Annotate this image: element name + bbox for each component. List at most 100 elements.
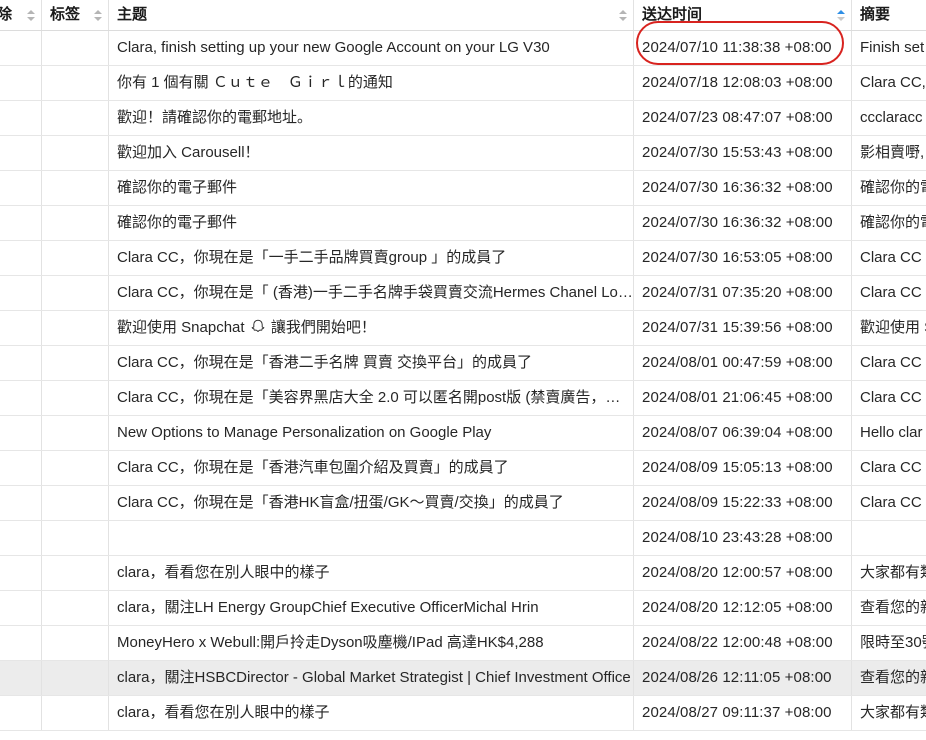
column-header-sent-time[interactable]: 送达时间 <box>634 0 852 30</box>
delete-cell[interactable] <box>0 311 42 345</box>
sent-time-cell: 2024/07/31 15:39:56 +08:00 <box>634 311 852 345</box>
table-row[interactable]: 歡迎使用 Snapchat 讓我們開始吧！ 2024/07/31 15:39:56… <box>0 311 926 346</box>
table-row[interactable]: Clara CC，你現在是「美容界黑店大全 2.0 可以匿名開post版 (禁賣… <box>0 381 926 416</box>
sent-time-cell: 2024/07/31 07:35:20 +08:00 <box>634 276 852 310</box>
table-row[interactable]: Clara CC，你現在是「 (香港)一手二手名牌手袋買賣交流Hermes Ch… <box>0 276 926 311</box>
sort-ascending-icon[interactable] <box>837 10 845 22</box>
delete-cell[interactable] <box>0 591 42 625</box>
table-row[interactable]: New Options to Manage Personalization on… <box>0 416 926 451</box>
tags-cell[interactable] <box>42 486 109 520</box>
subject-cell: Clara CC，你現在是「美容界黑店大全 2.0 可以匿名開post版 (禁賣… <box>109 381 634 415</box>
delete-cell[interactable] <box>0 661 42 695</box>
tags-cell[interactable] <box>42 626 109 660</box>
summary-cell: Clara CC - <box>860 284 926 301</box>
table-row[interactable]: Clara CC，你現在是「香港二手名牌 買賣 交換平台」的成員了 2024/08… <box>0 346 926 381</box>
sent-time-cell: 2024/07/30 16:53:05 +08:00 <box>634 241 852 275</box>
delete-cell[interactable] <box>0 206 42 240</box>
delete-cell[interactable] <box>0 66 42 100</box>
tags-cell[interactable] <box>42 101 109 135</box>
delete-cell[interactable] <box>0 101 42 135</box>
table-row[interactable]: 2024/08/10 23:43:28 +08:00 <box>0 521 926 556</box>
summary-cell: Hello clar <box>860 424 923 441</box>
sort-icon[interactable] <box>94 10 102 22</box>
table-row[interactable]: Clara CC，你現在是「香港汽車包圍介紹及買賣」的成員了 2024/08/09… <box>0 451 926 486</box>
tags-cell[interactable] <box>42 311 109 345</box>
subject-cell: Clara CC，你現在是「香港汽車包圍介紹及買賣」的成員了 <box>109 451 634 485</box>
tags-cell[interactable] <box>42 661 109 695</box>
table-row[interactable]: clara，看看您在別人眼中的樣子 2024/08/20 12:00:57 +08… <box>0 556 926 591</box>
sent-time-cell: 2024/08/01 00:47:59 +08:00 <box>634 346 852 380</box>
delete-cell[interactable] <box>0 381 42 415</box>
sent-time-cell: 2024/08/09 15:05:13 +08:00 <box>634 451 852 485</box>
column-header-label: 摘要 <box>860 6 891 23</box>
table-row[interactable]: Clara, finish setting up your new Google… <box>0 31 926 66</box>
tags-cell[interactable] <box>42 521 109 555</box>
table-row[interactable]: clara，關注LH Energy GroupChief Executive O… <box>0 591 926 626</box>
tags-cell[interactable] <box>42 416 109 450</box>
tags-cell[interactable] <box>42 241 109 275</box>
delete-cell[interactable] <box>0 696 42 730</box>
delete-cell[interactable] <box>0 521 42 555</box>
delete-cell[interactable] <box>0 136 42 170</box>
column-header-subject[interactable]: 主题 <box>109 0 634 30</box>
sort-icon[interactable] <box>619 10 627 22</box>
tags-cell[interactable] <box>42 276 109 310</box>
delete-cell[interactable] <box>0 171 42 205</box>
table-row[interactable]: 確認你的電子郵件2024/07/30 16:36:32 +08:00 確認你的電 <box>0 206 926 241</box>
tags-cell[interactable] <box>42 206 109 240</box>
table-row[interactable]: clara，看看您在別人眼中的樣子 2024/08/27 09:11:37 +08… <box>0 696 926 731</box>
table-row[interactable]: 歡迎！請確認你的電郵地址。 2024/07/23 08:47:07 +08:00 c… <box>0 101 926 136</box>
sent-time-cell: 2024/08/20 12:12:05 +08:00 <box>634 591 852 625</box>
subject-cell: clara，關注HSBCDirector - Global Market Str… <box>109 661 634 695</box>
tags-cell[interactable] <box>42 696 109 730</box>
subject-cell: 歡迎加入 Carousell！ <box>109 136 634 170</box>
column-header-delete[interactable]: 除 <box>0 0 42 30</box>
subject-cell: 確認你的電子郵件 <box>109 171 634 205</box>
tags-cell[interactable] <box>42 66 109 100</box>
column-header-tags[interactable]: 标签 <box>42 0 109 30</box>
tags-cell[interactable] <box>42 451 109 485</box>
table-row[interactable]: Clara CC，你現在是「香港HK盲盒/扭蛋/GK～買賣/交換」的成員了 202… <box>0 486 926 521</box>
sent-time-cell: 2024/07/30 16:36:32 +08:00 <box>634 171 852 205</box>
delete-cell[interactable] <box>0 346 42 380</box>
sent-time-cell: 2024/08/10 23:43:28 +08:00 <box>634 521 852 555</box>
tags-cell[interactable] <box>42 136 109 170</box>
tags-cell[interactable] <box>42 556 109 590</box>
delete-cell[interactable] <box>0 626 42 660</box>
tags-cell[interactable] <box>42 346 109 380</box>
table-row[interactable]: 確認你的電子郵件2024/07/30 16:36:32 +08:00 確認你的電 <box>0 171 926 206</box>
tags-cell[interactable] <box>42 591 109 625</box>
table-row[interactable]: clara，關注HSBCDirector - Global Market Str… <box>0 661 926 696</box>
summary-cell: Clara CC - <box>860 249 926 266</box>
ghost-icon <box>251 314 265 332</box>
table-row[interactable]: MoneyHero x Webull:開戶拎走Dyson吸塵機/IPad 高達H… <box>0 626 926 661</box>
summary-cell: Clara CC, <box>860 74 926 91</box>
summary-cell: 大家都有類 <box>860 564 926 581</box>
subject-cell: 確認你的電子郵件 <box>109 206 634 240</box>
tags-cell[interactable] <box>42 171 109 205</box>
tags-cell[interactable] <box>42 381 109 415</box>
sent-time-cell: 2024/07/30 15:53:43 +08:00 <box>634 136 852 170</box>
table-row[interactable]: 你有 1 個有關 Ｃｕｔｅ Ｇｉｒｌ的通知 2024/07/18 12:08:03… <box>0 66 926 101</box>
subject-cell: 你有 1 個有關 Ｃｕｔｅ Ｇｉｒｌ的通知 <box>109 66 634 100</box>
sent-time-cell: 2024/08/09 15:22:33 +08:00 <box>634 486 852 520</box>
column-header-summary[interactable]: 摘要 <box>852 0 926 30</box>
table-row[interactable]: Clara CC，你現在是「一手二手品牌買賣group 」的成員了 2024/07… <box>0 241 926 276</box>
table-row[interactable]: 歡迎加入 Carousell！ 2024/07/30 15:53:43 +08:0… <box>0 136 926 171</box>
summary-cell: Clara CC - <box>860 354 926 371</box>
tags-cell[interactable] <box>42 31 109 65</box>
email-table: 除 标签 主题 送达时间 摘要 Clara, finish setting up… <box>0 0 926 740</box>
delete-cell[interactable] <box>0 556 42 590</box>
sent-time-cell: 2024/07/18 12:08:03 +08:00 <box>634 66 852 100</box>
summary-cell <box>852 521 926 555</box>
delete-cell[interactable] <box>0 31 42 65</box>
delete-cell[interactable] <box>0 416 42 450</box>
sort-icon[interactable] <box>27 10 35 22</box>
subject-cell: clara，看看您在別人眼中的樣子 <box>109 696 634 730</box>
summary-cell: 大家都有類 <box>860 704 926 721</box>
delete-cell[interactable] <box>0 276 42 310</box>
summary-cell: 確認你的電 <box>860 179 926 196</box>
delete-cell[interactable] <box>0 486 42 520</box>
delete-cell[interactable] <box>0 451 42 485</box>
delete-cell[interactable] <box>0 241 42 275</box>
